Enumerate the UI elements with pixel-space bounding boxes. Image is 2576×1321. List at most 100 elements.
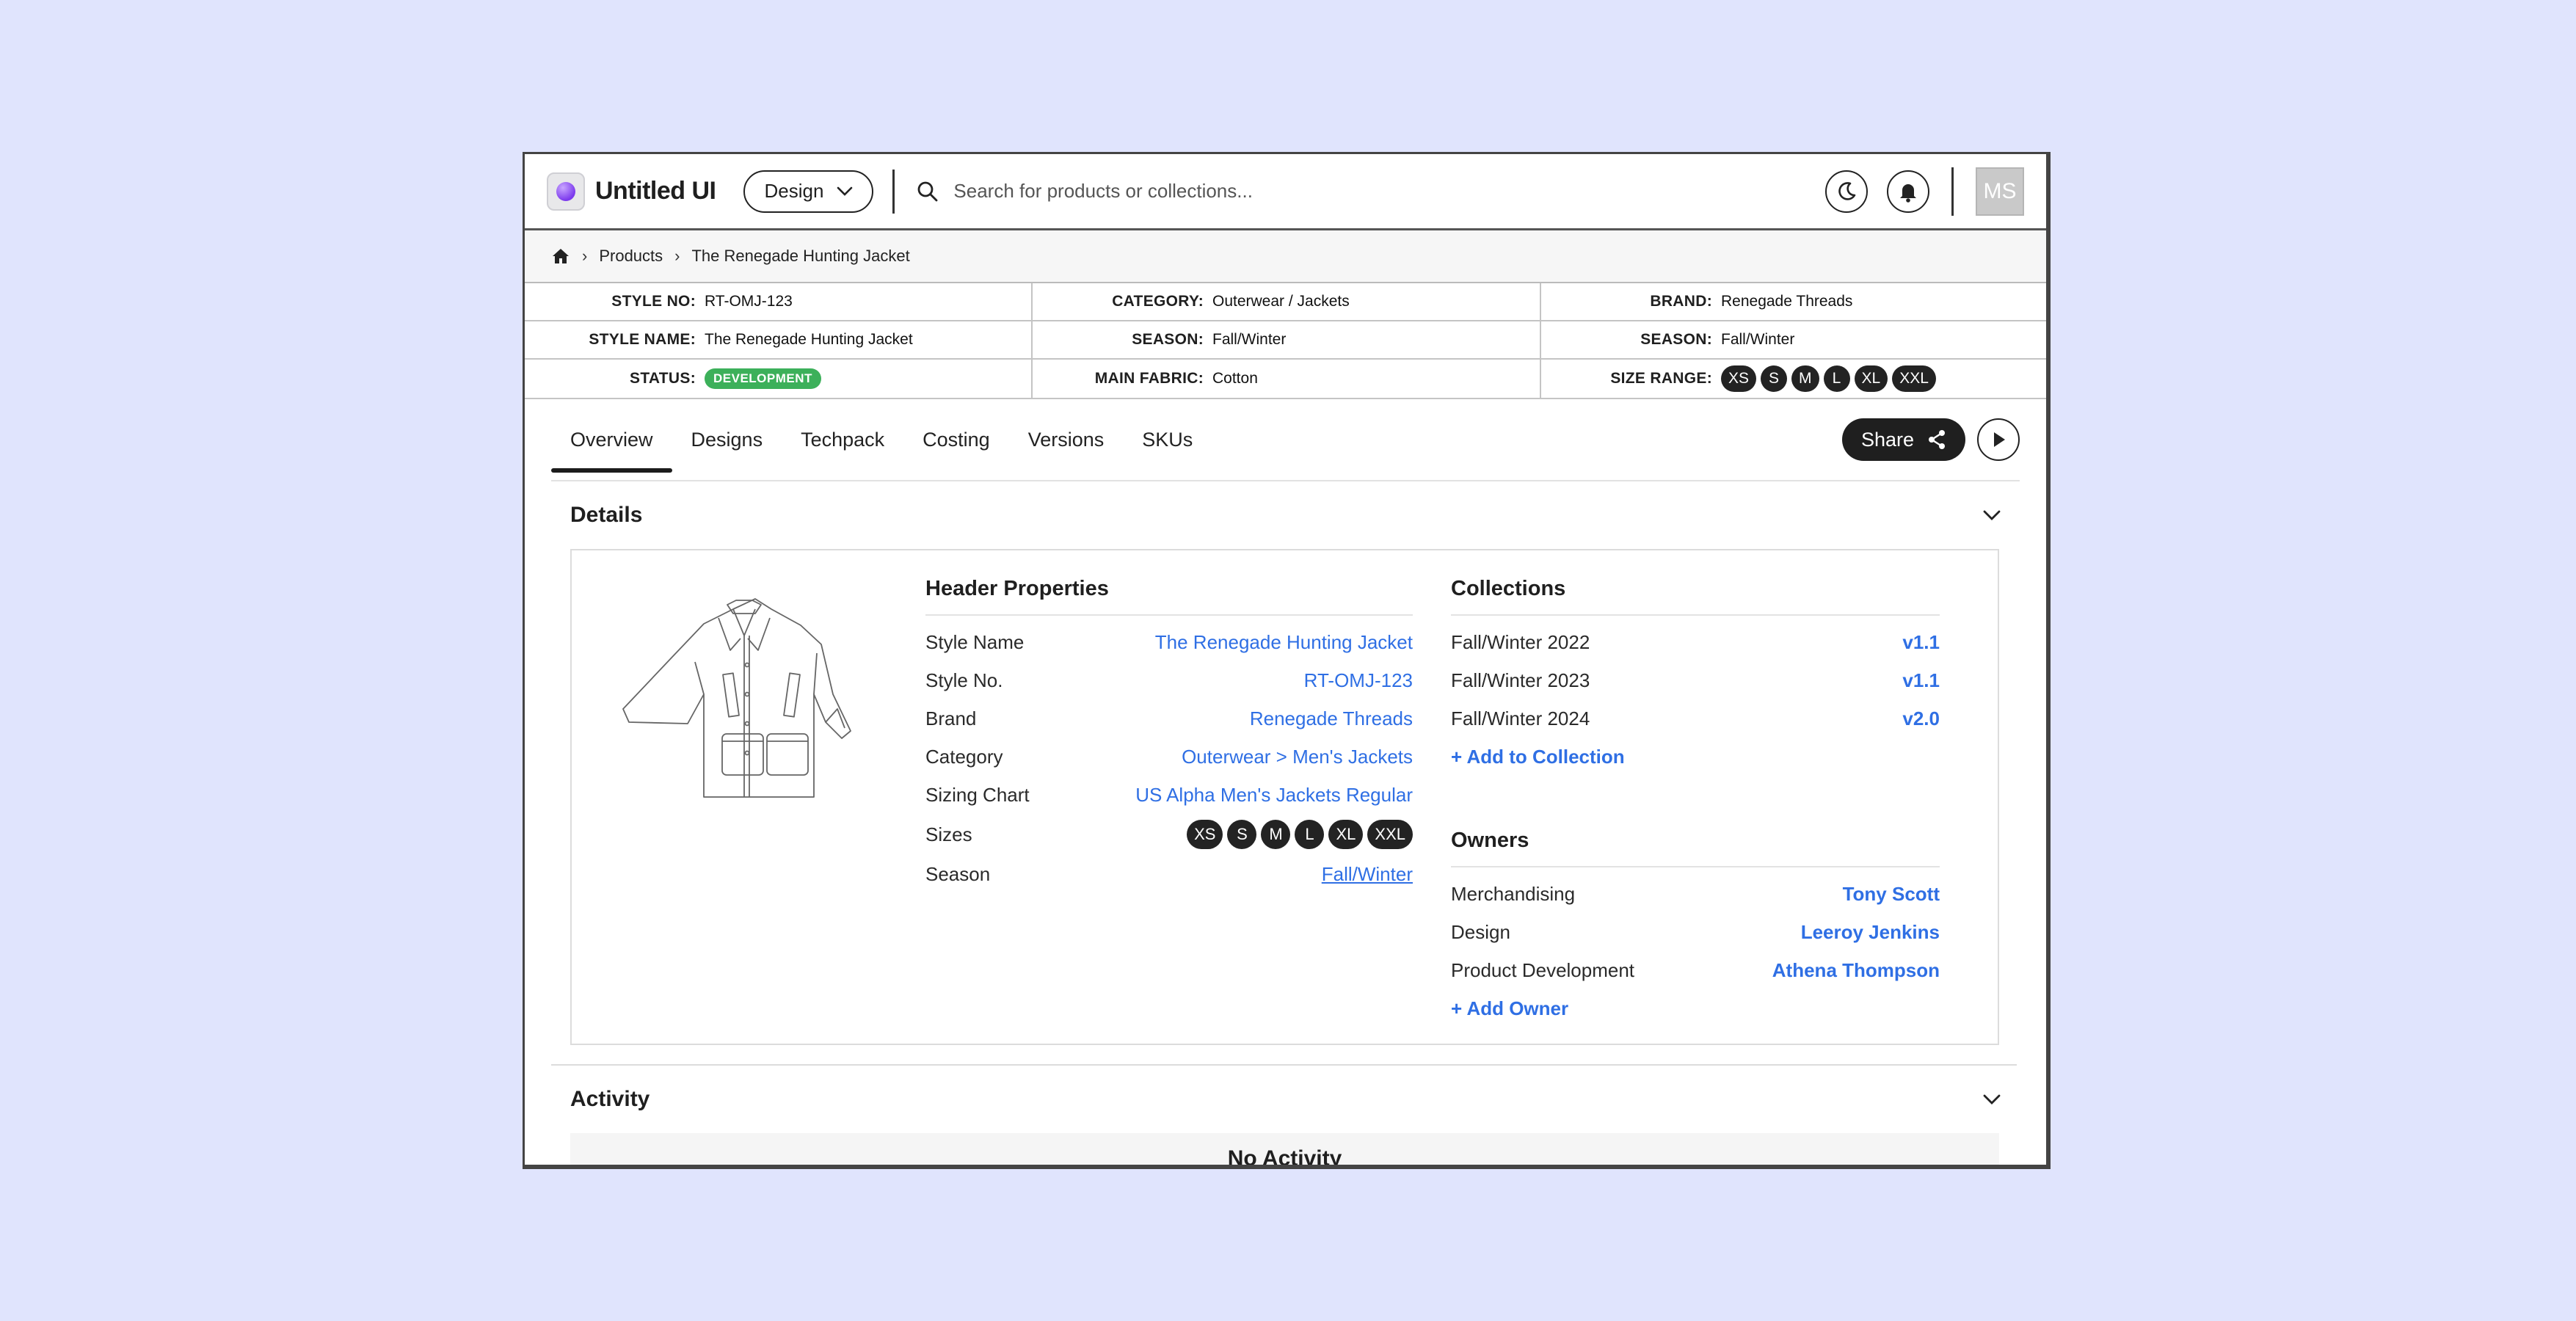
attr-brand: BRAND: Renegade Threads	[1541, 283, 2046, 321]
size-chip-list: XS S M L XL XXL	[1721, 365, 1936, 392]
add-owner-link[interactable]: + Add Owner	[1451, 997, 1568, 1020]
tab-designs[interactable]: Designs	[672, 410, 782, 470]
divider	[892, 169, 895, 214]
tab-skus[interactable]: SKUs	[1123, 410, 1212, 470]
search-icon	[918, 181, 938, 201]
property-link[interactable]: US Alpha Men's Jackets Regular	[1135, 784, 1413, 807]
size-chip-list: XS S M L XL XXL	[1187, 820, 1413, 849]
owners-title: Owners	[1451, 829, 1940, 867]
attr-label: BRAND:	[1650, 293, 1712, 310]
owner-link[interactable]: Tony Scott	[1843, 883, 1940, 906]
attr-label: STATUS:	[630, 370, 696, 387]
attr-style-name: STYLE NAME: The Renegade Hunting Jacket	[525, 321, 1033, 360]
owner-role: Merchandising	[1451, 882, 1576, 905]
attr-label: SEASON:	[1640, 331, 1712, 348]
property-row: Style No. RT-OMJ-123	[925, 661, 1413, 699]
app-logo-icon[interactable]	[547, 172, 585, 211]
play-icon	[1994, 432, 2005, 447]
property-label: Brand	[925, 707, 977, 729]
property-label: Style Name	[925, 630, 1025, 653]
attr-status: STATUS: DEVELOPMENT	[525, 360, 1033, 398]
home-icon[interactable]	[551, 247, 570, 266]
size-chip: XL	[1328, 820, 1364, 849]
attr-value: The Renegade Hunting Jacket	[705, 331, 913, 348]
property-link[interactable]: Outerwear > Men's Jackets	[1182, 746, 1413, 768]
status-badge: DEVELOPMENT	[705, 368, 821, 389]
attr-value: Fall/Winter	[1212, 331, 1287, 348]
property-row: Sizing Chart US Alpha Men's Jackets Regu…	[925, 776, 1413, 814]
property-label: Style No.	[925, 669, 1003, 691]
notifications-button[interactable]	[1887, 170, 1929, 213]
attr-label: STYLE NAME:	[589, 331, 696, 348]
chevron-down-icon	[837, 186, 853, 196]
dark-mode-toggle[interactable]	[1825, 170, 1868, 213]
app-title: Untitled UI	[595, 177, 716, 205]
attribute-grid: STYLE NO: RT-OMJ-123 CATEGORY: Outerwear…	[525, 283, 2046, 398]
tabs-row: Overview Designs Techpack Costing Versio…	[525, 399, 2046, 480]
owner-row: Merchandising Tony Scott	[1451, 875, 1940, 913]
chevron-down-icon[interactable]	[1983, 1093, 2001, 1105]
attr-value: Outerwear / Jackets	[1212, 293, 1350, 310]
size-chip: S	[1227, 820, 1257, 849]
attr-label: CATEGORY:	[1112, 293, 1204, 310]
activity-panel: No Activity	[570, 1133, 1999, 1165]
moon-icon	[1838, 181, 1856, 200]
attr-style-no: STYLE NO: RT-OMJ-123	[525, 283, 1033, 321]
collection-name: Fall/Winter 2023	[1451, 669, 1590, 691]
product-sketch-image	[622, 598, 851, 798]
season-link[interactable]: Fall/Winter	[1322, 863, 1413, 886]
share-icon	[1929, 430, 1945, 449]
collection-row: Fall/Winter 2022 v1.1	[1451, 623, 1940, 661]
collection-version-link[interactable]: v1.1	[1902, 669, 1940, 692]
collection-row: Fall/Winter 2024 v2.0	[1451, 699, 1940, 738]
add-to-collection-link[interactable]: + Add to Collection	[1451, 746, 1625, 768]
header-properties-title: Header Properties	[925, 577, 1413, 616]
size-chip: XS	[1187, 820, 1223, 849]
collection-version-link[interactable]: v1.1	[1902, 631, 1940, 654]
property-label: Sizes	[925, 823, 972, 845]
chevron-down-icon[interactable]	[1983, 509, 2001, 521]
tab-versions[interactable]: Versions	[1009, 410, 1124, 470]
tab-techpack[interactable]: Techpack	[782, 410, 903, 470]
attr-label: SEASON:	[1132, 331, 1204, 348]
attr-value: Cotton	[1212, 370, 1258, 387]
property-row: Style Name The Renegade Hunting Jacket	[925, 623, 1413, 661]
tab-overview[interactable]: Overview	[551, 410, 672, 473]
property-link[interactable]: RT-OMJ-123	[1304, 669, 1413, 692]
play-button[interactable]	[1977, 418, 2020, 461]
activity-section-header[interactable]: Activity	[525, 1066, 2046, 1133]
size-chip: XL	[1854, 365, 1888, 392]
size-chip: S	[1761, 365, 1788, 392]
header-properties-panel: Header Properties Style Name The Renegad…	[925, 577, 1413, 893]
details-section-header[interactable]: Details	[525, 481, 2046, 549]
attr-value: Fall/Winter	[1721, 331, 1795, 348]
collection-name: Fall/Winter 2024	[1451, 707, 1590, 729]
size-chip: XXL	[1892, 365, 1936, 392]
search-bar[interactable]	[917, 180, 1825, 203]
collection-version-link[interactable]: v2.0	[1902, 707, 1940, 730]
divider	[1951, 167, 1954, 216]
owner-link[interactable]: Athena Thompson	[1772, 959, 1940, 982]
breadcrumb-products[interactable]: Products	[599, 247, 663, 266]
collection-name: Fall/Winter 2022	[1451, 630, 1590, 653]
search-input[interactable]	[953, 180, 1468, 203]
share-button[interactable]: Share	[1841, 418, 1965, 461]
property-label: Season	[925, 862, 991, 885]
owner-row: Product Development Athena Thompson	[1451, 951, 1940, 989]
tab-costing[interactable]: Costing	[903, 410, 1009, 470]
tab-list: Overview Designs Techpack Costing Versio…	[551, 399, 1212, 480]
size-chip: XXL	[1367, 820, 1413, 849]
owner-role: Product Development	[1451, 958, 1635, 981]
add-collection-row: + Add to Collection	[1451, 738, 1940, 776]
property-link[interactable]: The Renegade Hunting Jacket	[1155, 631, 1413, 654]
mode-dropdown-label: Design	[764, 180, 824, 202]
size-chip: M	[1261, 820, 1291, 849]
property-link[interactable]: Renegade Threads	[1250, 707, 1413, 730]
details-panel: Header Properties Style Name The Renegad…	[570, 549, 1999, 1045]
owner-link[interactable]: Leeroy Jenkins	[1801, 921, 1940, 944]
user-avatar[interactable]: MS	[1976, 167, 2024, 216]
property-label: Sizing Chart	[925, 783, 1030, 806]
property-row: Brand Renegade Threads	[925, 699, 1413, 738]
mode-dropdown[interactable]: Design	[743, 170, 874, 213]
details-title: Details	[570, 503, 643, 527]
